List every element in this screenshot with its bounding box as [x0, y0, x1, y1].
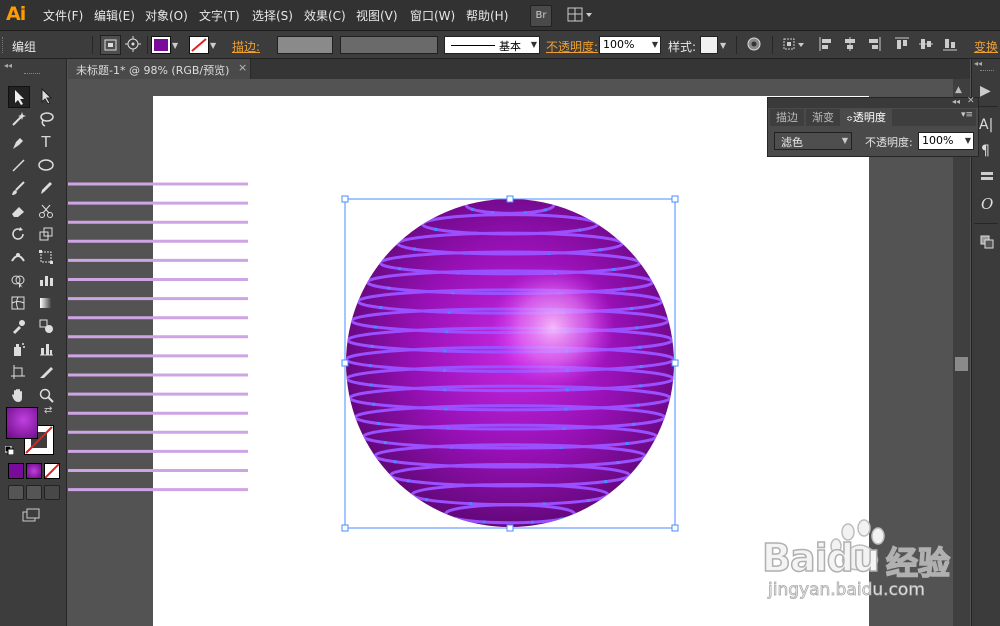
anchor-point[interactable]	[616, 461, 620, 465]
tab-gradient[interactable]: 渐变	[806, 109, 840, 126]
anchor-point[interactable]	[379, 306, 383, 310]
anchor-point[interactable]	[443, 349, 447, 353]
anchor-point[interactable]	[398, 267, 402, 271]
panel-title-bar[interactable]: ◂◂ ✕	[768, 96, 978, 108]
anchor-point[interactable]	[625, 441, 629, 445]
glyphs-panel-icon[interactable]: O	[981, 195, 993, 213]
anchor-point[interactable]	[406, 479, 410, 483]
stripe-lines-group[interactable]	[68, 182, 248, 492]
anchor-point[interactable]	[372, 402, 376, 406]
anchor-point[interactable]	[638, 345, 642, 349]
scroll-up-arrow-icon[interactable]: ▲	[955, 85, 962, 95]
anchor-point[interactable]	[373, 325, 377, 329]
paragraph-panel-icon[interactable]: ¶	[981, 143, 990, 159]
collapse-panel-icon[interactable]: ◂◂	[952, 97, 960, 106]
scroll-thumb[interactable]	[955, 357, 968, 371]
tab-row-fill: ▾≡	[892, 109, 976, 126]
bounding-box-handle[interactable]	[671, 195, 679, 203]
anchor-point[interactable]	[471, 207, 475, 211]
bounding-box-handle[interactable]	[671, 359, 679, 367]
anchor-point[interactable]	[412, 247, 416, 251]
character-panel-icon[interactable]: A|	[979, 117, 993, 133]
tabs-ruler-icon	[981, 172, 993, 180]
anchor-point[interactable]	[445, 330, 449, 334]
panel-menu-icon[interactable]: ▾≡	[961, 110, 973, 120]
anchor-point[interactable]	[453, 517, 457, 521]
anchor-point[interactable]	[383, 441, 387, 445]
chevron-down-icon: ▼	[964, 136, 971, 145]
bounding-box-handle[interactable]	[341, 359, 349, 367]
anchor-point[interactable]	[578, 228, 582, 232]
panel-opacity-label: 不透明度:	[865, 136, 913, 149]
panel-opacity-field[interactable]: 100% ▼	[918, 132, 974, 150]
anchor-point[interactable]	[442, 368, 446, 372]
transparency-panel: ◂◂ ✕ 描边 渐变 ≎透明度 ▾≡ 滤色 ▼ 不透明度: 100% ▼	[767, 96, 979, 157]
bounding-box-handle[interactable]	[506, 195, 514, 203]
grip-icon	[980, 70, 994, 73]
anchor-point[interactable]	[369, 383, 373, 387]
anchor-point[interactable]	[482, 520, 486, 524]
actions-play-icon[interactable]: ▶	[980, 83, 991, 99]
anchor-point[interactable]	[604, 480, 608, 484]
tabs-panel-button[interactable]	[980, 169, 994, 183]
close-panel-icon[interactable]: ✕	[967, 96, 975, 106]
layers-overlap-icon	[980, 235, 994, 249]
blend-mode-select[interactable]: 滤色 ▼	[774, 132, 852, 150]
watermark-url: jingyan.baidu.com	[768, 580, 926, 601]
sphere-highlight	[491, 265, 615, 389]
anchor-point[interactable]	[612, 267, 616, 271]
anchor-point[interactable]	[469, 502, 473, 506]
tab-transparency[interactable]: ≎透明度	[842, 109, 890, 126]
anchor-point[interactable]	[376, 421, 380, 425]
anchor-point[interactable]	[639, 365, 643, 369]
anchor-point[interactable]	[565, 388, 569, 392]
baidu-jingyan-watermark: Baidu 经验 jingyan.baidu.com	[760, 518, 1000, 618]
anchor-point[interactable]	[370, 344, 374, 348]
tab-stroke[interactable]: 描边	[770, 109, 804, 126]
chevron-down-icon: ▼	[841, 136, 848, 145]
anchor-point[interactable]	[622, 287, 626, 291]
bounding-box-handle[interactable]	[341, 195, 349, 203]
anchor-point[interactable]	[639, 384, 643, 388]
anchor-point[interactable]	[434, 227, 438, 231]
anchor-point[interactable]	[387, 286, 391, 290]
blend-mode-value: 滤色	[781, 136, 803, 149]
anchor-point[interactable]	[560, 517, 564, 521]
divider	[974, 223, 998, 224]
collapse-dock-icon[interactable]: ◂◂	[974, 59, 982, 68]
transparency-panel-button[interactable]	[980, 235, 994, 249]
bounding-box-handle[interactable]	[671, 524, 679, 532]
watermark-brand: Baidu	[761, 535, 880, 581]
anchor-point[interactable]	[598, 248, 602, 252]
anchor-point[interactable]	[369, 364, 373, 368]
anchor-point[interactable]	[635, 326, 639, 330]
anchor-point[interactable]	[630, 306, 634, 310]
anchor-point[interactable]	[425, 498, 429, 502]
anchor-point[interactable]	[632, 422, 636, 426]
fill-color-box[interactable]	[6, 407, 38, 439]
bounding-box-handle[interactable]	[506, 524, 514, 532]
anchor-point[interactable]	[636, 403, 640, 407]
panel-opacity-value: 100%	[922, 134, 954, 147]
anchor-point[interactable]	[531, 520, 535, 524]
tab-transparency-label: 透明度	[852, 111, 886, 124]
anchor-point[interactable]	[543, 208, 547, 212]
anchor-point[interactable]	[393, 460, 397, 464]
anchor-point[interactable]	[564, 407, 568, 411]
watermark-cn: 经验	[885, 543, 951, 583]
tab-options-icon: ≎	[846, 114, 853, 123]
anchor-point[interactable]	[586, 498, 590, 502]
bounding-box-handle[interactable]	[341, 524, 349, 532]
